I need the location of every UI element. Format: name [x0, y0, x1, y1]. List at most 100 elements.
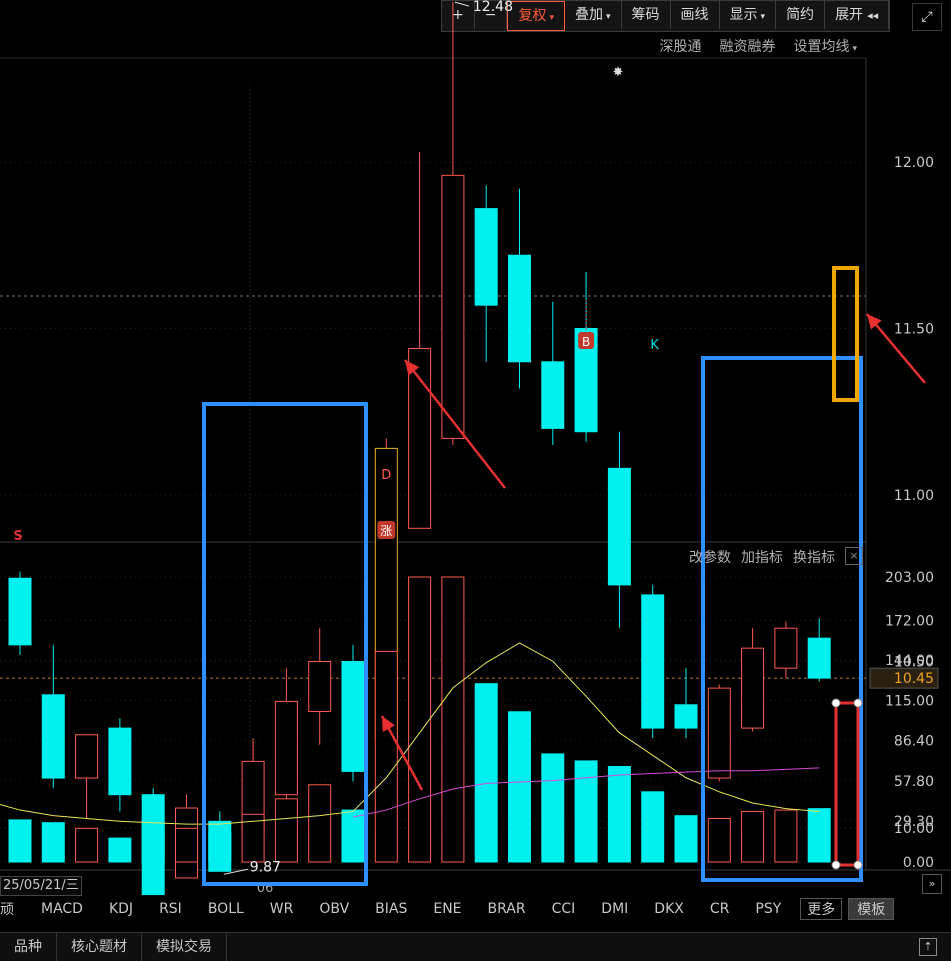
volume-bar	[374, 650, 398, 863]
indicator-tab[interactable]: RSI	[146, 901, 195, 917]
volume-bar	[141, 820, 165, 863]
signal-k-marker: K	[650, 338, 659, 353]
volume-bar	[208, 832, 232, 863]
buy-badge: B	[582, 335, 590, 349]
volume-bar	[408, 576, 432, 863]
highlight-box-red	[834, 701, 860, 867]
volume-bar	[641, 791, 665, 863]
volume-bar	[774, 809, 798, 863]
indicator-tab[interactable]: CR	[697, 901, 743, 917]
indicator-tabs: 顽 MACD KDJ RSI BOLL WR OBV BIAS ENE BRAR CCI DMI DKX…	[0, 897, 895, 921]
candle-body	[408, 347, 432, 529]
indicator-tab[interactable]: MACD	[28, 901, 96, 917]
collapse-panel-icon[interactable]: ⇡	[919, 938, 937, 956]
indicator-tab[interactable]: OBV	[306, 901, 362, 917]
high-label: 12.48	[473, 0, 513, 15]
indicator-tab[interactable]: BIAS	[362, 901, 420, 917]
candle-body	[774, 627, 798, 669]
volume-bar	[341, 809, 365, 863]
price-tick-label: 11.00	[894, 488, 934, 504]
indicator-tab[interactable]: 顽	[0, 899, 28, 919]
volume-bar	[707, 817, 731, 863]
date-label: 25/05/21/三	[0, 876, 82, 896]
volume-bar	[274, 798, 298, 863]
selection-handle	[853, 698, 863, 708]
volume-bar	[574, 760, 598, 863]
candle-body	[75, 734, 99, 779]
volume-bar	[474, 683, 498, 863]
indicator-tab[interactable]: BRAR	[475, 901, 539, 917]
indicator-tab[interactable]: WR	[257, 901, 307, 917]
bottom-tab-variety[interactable]: 品种	[0, 933, 57, 961]
indicator-tab[interactable]: PSY	[742, 901, 794, 917]
add-indicator-button[interactable]: 加指标	[741, 547, 783, 567]
volume-bar	[175, 827, 198, 863]
candle-body	[707, 687, 731, 779]
candle-body	[274, 700, 298, 796]
volume-tick-label: 203.00	[885, 570, 934, 586]
volume-bar	[541, 753, 565, 863]
current-price-tag: 10.45	[894, 671, 934, 687]
low-label: 9.87	[250, 859, 281, 875]
price-tick-label: 12.00	[894, 155, 934, 171]
volume-tick-label: 29.30	[894, 814, 934, 830]
volume-bar	[41, 822, 65, 863]
volume-bar	[508, 711, 531, 863]
candle-body	[541, 361, 565, 429]
change-indicator-button[interactable]: 换指标	[793, 547, 835, 567]
candle-body	[474, 208, 498, 306]
volume-bar	[607, 766, 631, 863]
volume-tick-label: 115.00	[885, 694, 934, 710]
highlight-box-orange	[832, 266, 859, 402]
selection-handle	[831, 860, 841, 870]
candle-body	[607, 467, 631, 586]
signal-d-marker: D	[381, 468, 391, 483]
volume-bar	[75, 827, 99, 863]
indicator-tab[interactable]: BOLL	[195, 901, 257, 917]
scroll-right-button[interactable]: »	[922, 874, 942, 894]
volume-tick-label: 86.40	[894, 734, 934, 750]
volume-tick-label: 0.00	[903, 855, 934, 871]
volume-tick-label: 144.00	[885, 653, 934, 669]
volume-tick-label: 57.80	[894, 774, 934, 790]
volume-bar	[308, 784, 332, 863]
indicator-header: 改参数 加指标 换指标 ×	[689, 547, 863, 567]
high-pointer	[454, 1, 470, 7]
volume-bar	[108, 837, 132, 863]
event-star-icon: ✸	[613, 65, 624, 80]
limit-up-badge: 涨	[380, 523, 392, 538]
indicator-tab[interactable]: CCI	[539, 901, 589, 917]
candle-body	[508, 254, 531, 363]
candle-body	[8, 577, 32, 646]
close-icon[interactable]: ×	[845, 547, 863, 565]
candle-body	[108, 727, 132, 796]
volume-bar	[741, 810, 765, 863]
indicator-tab[interactable]: DKX	[641, 901, 697, 917]
signal-s-marker: S	[13, 529, 22, 544]
volume-bar	[807, 808, 831, 863]
candle-body	[641, 594, 665, 729]
candle-body	[741, 647, 765, 729]
edit-params-button[interactable]: 改参数	[689, 547, 731, 567]
candle-body	[807, 637, 831, 679]
volume-bar	[8, 819, 32, 863]
more-tabs-button[interactable]: 更多	[800, 898, 843, 920]
candle-body	[341, 661, 365, 772]
price-volume-chart[interactable]: 12.0011.5011.0010.5010.00203.00172.00144…	[0, 0, 951, 900]
bottom-bar: 品种 核心题材 模拟交易 ⇡	[0, 932, 951, 961]
bottom-tab-core-theme[interactable]: 核心题材	[57, 933, 142, 961]
indicator-tab[interactable]: DMI	[588, 901, 641, 917]
volume-bar	[441, 576, 465, 863]
candle-body	[308, 661, 332, 712]
candle-body	[441, 174, 465, 439]
candle-body	[674, 704, 698, 729]
indicator-tab[interactable]: KDJ	[96, 901, 146, 917]
selection-handle	[853, 860, 863, 870]
indicator-tab[interactable]: ENE	[420, 901, 474, 917]
price-tick-label: 11.50	[894, 322, 934, 338]
template-button[interactable]: 模板	[848, 898, 895, 920]
volume-bar	[674, 815, 698, 863]
candle-body	[41, 694, 65, 779]
volume-tick-label: 172.00	[885, 614, 934, 630]
bottom-tab-sim-trade[interactable]: 模拟交易	[142, 933, 227, 961]
